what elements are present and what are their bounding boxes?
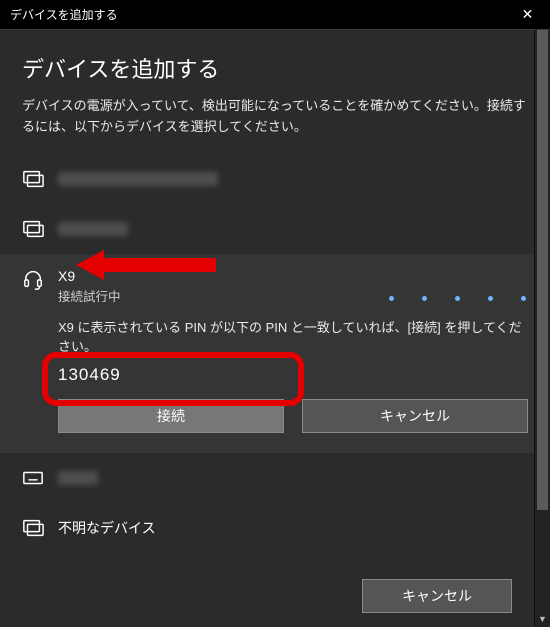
close-icon: ✕ <box>522 6 534 23</box>
progress-dots <box>389 296 526 301</box>
cancel-pair-button[interactable]: キャンセル <box>302 399 528 433</box>
monitor-icon <box>22 168 44 190</box>
page-title: デバイスを追加する <box>22 52 528 84</box>
device-name: X9 <box>58 268 121 284</box>
connect-button[interactable]: 接続 <box>58 399 284 433</box>
device-item[interactable]: 不明なデバイス <box>0 503 550 553</box>
scrollbar[interactable]: ▲ ▼ <box>534 30 550 627</box>
device-item-active[interactable]: X9 接続試行中 X9 に表示されている PIN が以下の PIN と一致してい… <box>0 254 550 453</box>
device-name-redacted <box>58 471 98 485</box>
device-item[interactable] <box>0 453 550 503</box>
scrollbar-thumb[interactable] <box>537 30 548 510</box>
display-icon <box>22 517 44 539</box>
dialog-footer: キャンセル <box>0 565 534 627</box>
keyboard-icon <box>22 467 44 489</box>
headset-icon <box>22 268 44 290</box>
instructions-text: デバイスの電源が入っていて、検出可能になっていることを確かめてください。接続する… <box>22 96 528 138</box>
device-item[interactable] <box>0 204 550 254</box>
close-button[interactable]: ✕ <box>505 0 550 30</box>
pin-value: 130469 <box>58 365 528 385</box>
scroll-down-icon[interactable]: ▼ <box>535 611 550 627</box>
device-name-redacted <box>58 222 128 236</box>
device-list: X9 接続試行中 X9 に表示されている PIN が以下の PIN と一致してい… <box>0 154 550 553</box>
titlebar: デバイスを追加する ✕ <box>0 0 550 30</box>
device-item[interactable] <box>0 154 550 204</box>
cancel-dialog-button[interactable]: キャンセル <box>362 579 512 613</box>
dialog-content: デバイスを追加する デバイスの電源が入っていて、検出可能になっていることを確かめ… <box>0 30 550 553</box>
pin-instruction: X9 に表示されている PIN が以下の PIN と一致していれば、[接続] を… <box>58 317 528 355</box>
device-status: 接続試行中 <box>58 286 121 305</box>
titlebar-title: デバイスを追加する <box>10 6 118 23</box>
device-name-redacted <box>58 172 218 186</box>
monitor-icon <box>22 218 44 240</box>
device-name: 不明なデバイス <box>58 518 156 538</box>
